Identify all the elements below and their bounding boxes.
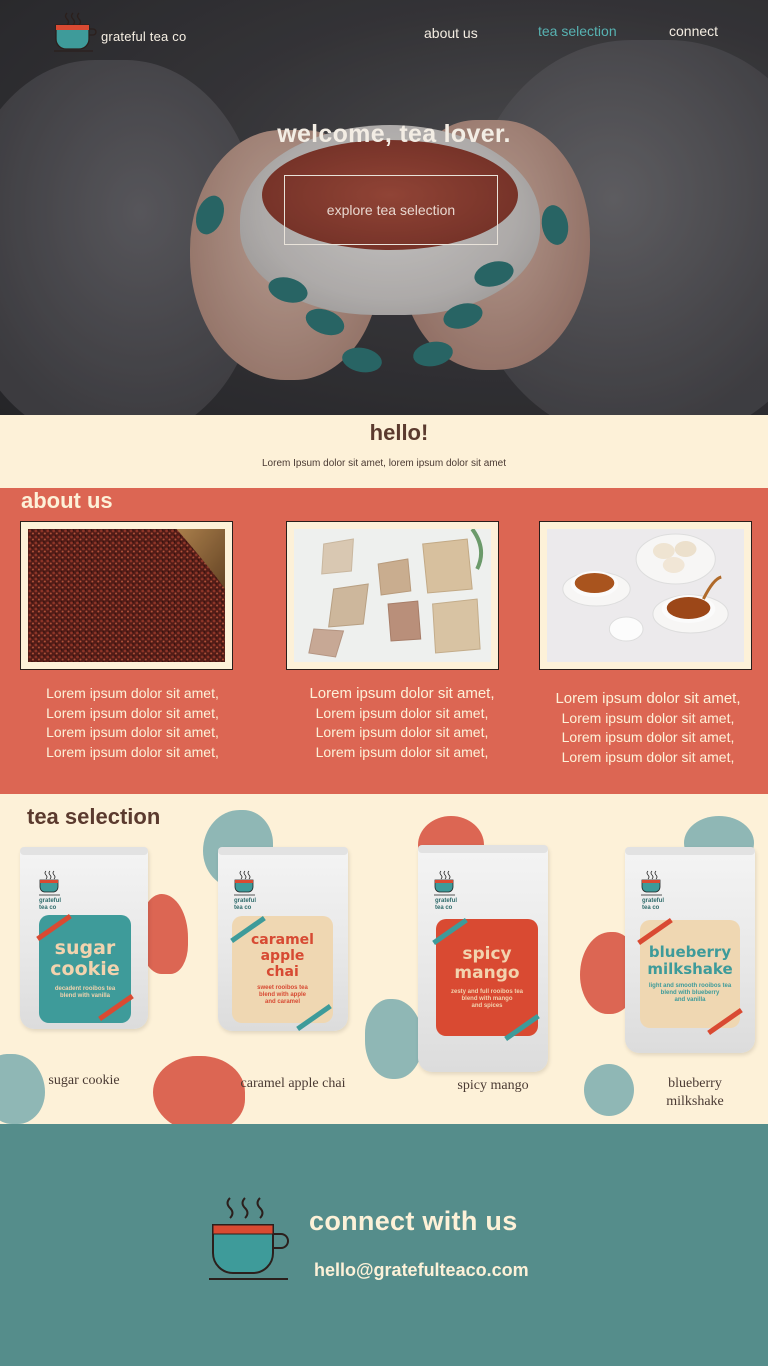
about-image-frame bbox=[539, 521, 752, 670]
about-heading: about us bbox=[21, 488, 113, 513]
about-text-line: Lorem ipsum dolor sit amet, bbox=[561, 729, 735, 745]
product-caption[interactable]: spicy mango bbox=[433, 1077, 553, 1095]
about-text-col-1: Lorem ipsum dolor sit amet, Lorem ipsum … bbox=[30, 684, 235, 762]
about-text-line: Lorem ipsum dolor sit amet, bbox=[46, 704, 219, 721]
product-card-blueberry-milkshake[interactable]: grateful tea co blueberry milkshake light … bbox=[625, 847, 755, 1053]
tea-bags-photo bbox=[294, 527, 491, 662]
about-text-line: Lorem ipsum dolor sit amet, bbox=[46, 685, 219, 701]
about-text-line: Lorem ipsum dolor sit amet, bbox=[46, 724, 219, 740]
contact-email-link[interactable]: hello@gratefulteaco.com bbox=[314, 1260, 529, 1281]
bag-seal bbox=[218, 847, 348, 855]
bag-seal bbox=[418, 845, 548, 853]
nav-tea-selection[interactable]: tea selection bbox=[538, 23, 617, 39]
about-text-line: Lorem ipsum dolor sit amet, bbox=[309, 685, 495, 702]
bag-description: sweet rooibos tea blend with apple and car… bbox=[257, 984, 308, 1005]
tea-selection-heading: tea selection bbox=[27, 804, 161, 829]
logo[interactable]: grateful tea co bbox=[53, 10, 186, 52]
about-text-col-2: Lorem ipsum dolor sit amet, Lorem ipsum … bbox=[290, 684, 514, 762]
tea-cup-icon bbox=[641, 870, 662, 896]
about-text-line: Lorem ipsum dolor sit amet, bbox=[315, 743, 489, 760]
tea-cup-icon bbox=[434, 870, 455, 896]
hero-title: welcome, tea lover. bbox=[277, 120, 511, 148]
about-text-line: Lorem ipsum dolor sit amet, bbox=[46, 743, 219, 760]
product-caption[interactable]: caramel apple chai bbox=[223, 1075, 363, 1093]
about-text-col-3: Lorem ipsum dolor sit amet, Lorem ipsum … bbox=[537, 689, 759, 767]
about-text-line: Lorem ipsum dolor sit amet, bbox=[555, 690, 741, 707]
bag-name: sugar cookie bbox=[50, 936, 120, 980]
hello-text: Lorem Ipsum dolor sit amet, lorem ipsum … bbox=[262, 458, 506, 469]
bag-label: blueberry milkshake light and smooth rooi… bbox=[640, 920, 740, 1028]
nav-about-us[interactable]: about us bbox=[424, 25, 478, 41]
about-image-frame bbox=[286, 521, 499, 670]
bag-description: light and smooth rooibos tea blend with b… bbox=[648, 983, 732, 1004]
tea-cup-icon bbox=[234, 870, 255, 896]
tea-cup-icon bbox=[39, 870, 60, 896]
bag-description: decadent rooibos tea blend with vanilla bbox=[54, 986, 116, 1000]
about-text-line: Lorem ipsum dolor sit amet, bbox=[561, 709, 735, 726]
hero-section: grateful tea co about us tea selection c… bbox=[0, 0, 768, 415]
explore-tea-selection-button[interactable]: explore tea selection bbox=[284, 175, 498, 245]
bag-brand: grateful tea co bbox=[234, 898, 257, 911]
nav-connect[interactable]: connect bbox=[669, 23, 718, 39]
bag-name: caramel apple chai bbox=[251, 932, 314, 980]
bag-name: spicy mango bbox=[454, 943, 520, 983]
bag-brand: grateful tea co bbox=[642, 898, 665, 911]
connect-heading: connect with us bbox=[309, 1206, 518, 1236]
tea-cups-macarons-photo bbox=[547, 529, 744, 662]
product-card-spicy-mango[interactable]: grateful tea co spicy mango zesty and full… bbox=[418, 845, 548, 1072]
bag-name: blueberry milkshake bbox=[647, 942, 733, 978]
product-caption[interactable]: sugar cookie bbox=[24, 1072, 144, 1090]
about-section: about us Lorem ipsum dolor sit amet, Lor… bbox=[0, 488, 768, 794]
bag-label: spicy mango zesty and full rooibos tea ble… bbox=[436, 919, 538, 1036]
decorative-blob bbox=[365, 999, 423, 1079]
connect-section: connect with us hello@gratefulteaco.com bbox=[0, 1124, 768, 1366]
product-caption[interactable]: blueberry milkshake bbox=[635, 1075, 755, 1111]
tea-cup-icon bbox=[209, 1197, 289, 1280]
product-card-caramel-apple-chai[interactable]: grateful tea co caramel apple chai sweet ro… bbox=[218, 847, 348, 1032]
hello-section: hello! Lorem Ipsum dolor sit amet, lorem… bbox=[0, 415, 768, 488]
decorative-blob bbox=[584, 1064, 634, 1116]
about-text-line: Lorem ipsum dolor sit amet, bbox=[561, 748, 735, 765]
bag-description: zesty and full rooibos tea blend with man… bbox=[450, 989, 523, 1010]
about-text-line: Lorem ipsum dolor sit amet, bbox=[315, 724, 489, 740]
loose-leaf-tea-photo bbox=[28, 529, 225, 662]
bag-brand: grateful tea co bbox=[435, 898, 458, 911]
brand-name: grateful tea co bbox=[101, 29, 187, 44]
product-card-sugar-cookie[interactable]: grateful tea co sugar cookie decadent rooi… bbox=[20, 847, 148, 1029]
hello-heading: hello! bbox=[369, 420, 429, 445]
tea-cup-icon bbox=[54, 12, 97, 52]
about-image-frame bbox=[20, 521, 233, 670]
bag-seal bbox=[20, 847, 148, 855]
bag-brand: grateful tea co bbox=[39, 898, 62, 911]
tea-selection-section: tea selection grateful tea co sugar cookie… bbox=[0, 794, 768, 1124]
bag-seal bbox=[625, 847, 755, 855]
about-text-line: Lorem ipsum dolor sit amet, bbox=[315, 704, 489, 721]
